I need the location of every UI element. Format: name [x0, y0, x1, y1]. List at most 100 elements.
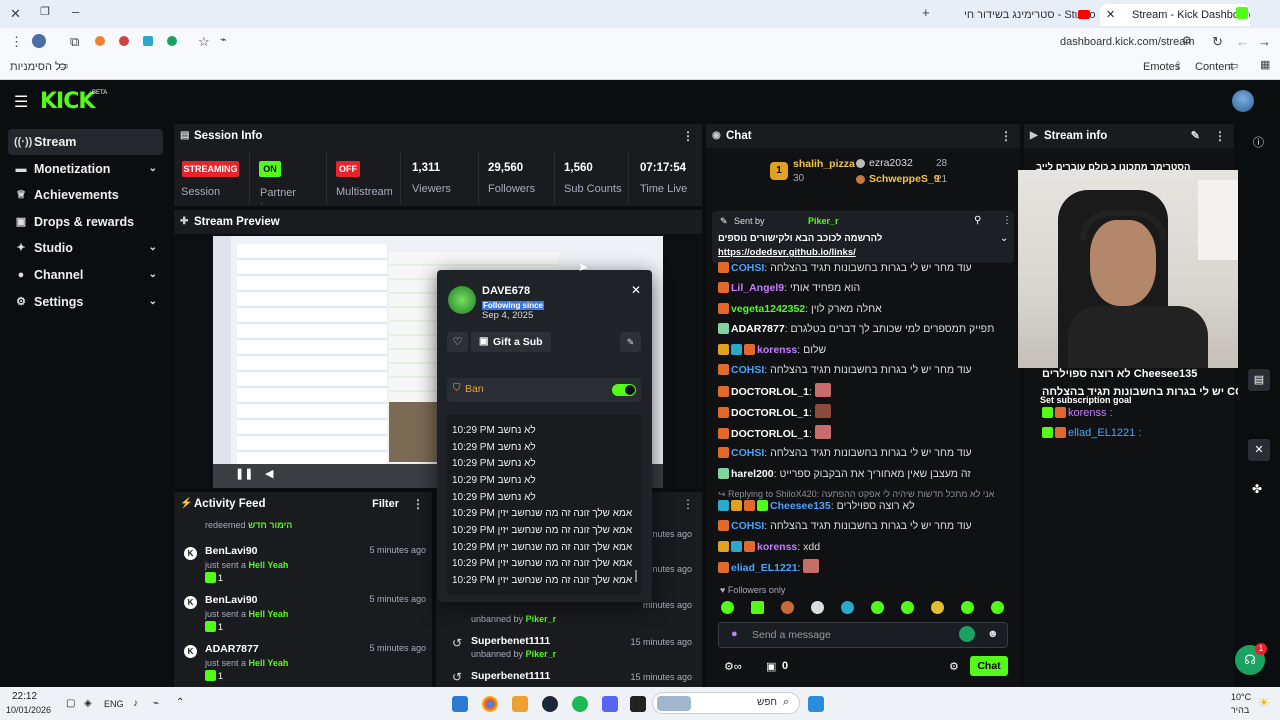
taskbar-search[interactable]: חפש ⌕ [652, 692, 800, 714]
chat-username[interactable]: eliad_EL1221 [731, 562, 798, 574]
chat-username[interactable]: COHSI [731, 364, 764, 376]
sidebar-item-achievements[interactable]: ♕ Achievements [8, 182, 163, 208]
menu-dots-icon[interactable]: ⋮ [10, 35, 23, 48]
close-icon[interactable]: ✕ [631, 283, 641, 297]
back-icon[interactable]: → [1258, 35, 1271, 48]
kebab-menu-icon[interactable]: ⋮ [412, 492, 424, 516]
translate-icon[interactable]: ⌁ [220, 35, 227, 46]
extension-4-icon[interactable] [167, 36, 177, 46]
sidebar-item-drops[interactable]: ▣ Drops & rewards [8, 209, 163, 235]
modlog-username[interactable]: Superbenet1111 [471, 635, 550, 647]
taskbar-app-icon[interactable] [630, 696, 646, 712]
emote-icon[interactable] [991, 601, 1004, 614]
network-icon[interactable]: ⌁ [153, 698, 159, 709]
emote-icon[interactable] [811, 601, 824, 614]
leader-3-name[interactable]: SchweppeS_9 [869, 173, 940, 185]
chat-username[interactable]: korenss [757, 541, 797, 553]
activity-username[interactable]: ADAR7877 [205, 643, 259, 655]
leader-2-name[interactable]: ezra2032 [869, 157, 913, 169]
emote-icon[interactable] [901, 601, 914, 614]
emote-icon[interactable] [751, 601, 764, 614]
taskbar-app-icon[interactable] [452, 696, 468, 712]
new-tab-icon[interactable]: + [922, 6, 930, 19]
chat-username[interactable]: COHSI [731, 447, 764, 459]
wrench-icon[interactable]: ✕ [1248, 439, 1270, 461]
hamburger-menu-icon[interactable]: ☰ [14, 92, 28, 112]
bookmark-emotes[interactable]: Emotes [1143, 61, 1180, 73]
steam-icon[interactable] [542, 696, 558, 712]
help-chat-button[interactable]: ☊ 1 [1235, 643, 1267, 675]
activity-username[interactable]: BenLavi90 [205, 594, 258, 606]
taskbar-date[interactable]: 10/01/2026 [6, 705, 51, 715]
chat-username[interactable]: Lil_Angel9 [731, 282, 784, 294]
bookmark-star-icon[interactable]: ☆ [198, 35, 210, 48]
activity-username[interactable]: BenLavi90 [205, 545, 258, 557]
tab-studio[interactable]: סטרימינג בשידור חי - Studio [940, 4, 1100, 26]
subscription-goal-label[interactable]: Set subscription goal [1040, 395, 1132, 405]
extension-2-icon[interactable] [119, 36, 129, 46]
activity-row[interactable]: K BenLavi90 5 minutes ago just sent a He… [180, 590, 430, 634]
chat-username[interactable]: harel200 [731, 468, 774, 480]
emote-icon[interactable] [931, 601, 944, 614]
volume-icon[interactable]: ◀ [265, 467, 273, 480]
chat-input[interactable]: ● Send a message ☻ [718, 622, 1008, 648]
emote-icon[interactable] [781, 601, 794, 614]
extension-3-icon[interactable] [143, 36, 153, 46]
user-avatar[interactable] [1232, 90, 1254, 112]
edit-icon[interactable]: ✎ [1191, 124, 1200, 148]
spotify-icon[interactable] [572, 696, 588, 712]
reload-icon[interactable]: ↻ [1212, 35, 1223, 48]
modlog-by[interactable]: Piker_r [526, 614, 557, 624]
partner-income-toggle[interactable]: ON [259, 161, 281, 177]
chat-username[interactable]: DOCTORLOL_1 [731, 386, 809, 398]
close-tab-icon[interactable]: ✕ [1106, 4, 1115, 26]
modlog-username[interactable]: Superbenet1111 [471, 670, 550, 682]
unpin-icon[interactable]: ⚲ [974, 215, 981, 226]
activity-row[interactable]: K ADAR7877 5 minutes ago just sent a Hel… [180, 639, 430, 683]
chat-username[interactable]: COHSI [731, 520, 764, 532]
send-chat-button[interactable]: Chat [970, 656, 1008, 676]
ban-toggle[interactable] [612, 384, 636, 396]
mod-tools-icon[interactable]: ▤ [1248, 369, 1270, 391]
chat-username[interactable]: COHSI [731, 262, 764, 274]
emote-icon[interactable] [721, 601, 734, 614]
emote-icon[interactable] [841, 601, 854, 614]
kebab-menu-icon[interactable]: ⋮ [682, 492, 694, 516]
tray-chevron-icon[interactable]: ⌃ [176, 697, 184, 708]
puzzle-icon[interactable]: ✤ [1252, 482, 1262, 496]
sidebar-item-settings[interactable]: ⚙ Settings ⌄ [8, 289, 163, 315]
sidebar-item-studio[interactable]: ✦ Studio ⌄ [8, 235, 163, 261]
microphone-icon[interactable]: ● [731, 628, 738, 640]
chrome-icon[interactable] [482, 696, 498, 712]
pinned-link[interactable]: https://odedsvr.github.io/links/ [718, 247, 856, 258]
chat-username[interactable]: korenss [757, 344, 797, 356]
profile-avatar[interactable] [32, 34, 46, 48]
weather-desc[interactable]: בהיר [1231, 705, 1249, 715]
multistream-toggle[interactable]: OFF [336, 161, 360, 177]
gift-sub-button[interactable]: ▣ Gift a Sub [471, 332, 551, 352]
chat-username[interactable]: ADAR7877 [731, 323, 785, 335]
emoji-picker-icon[interactable]: ☻ [987, 628, 999, 640]
copilot-icon[interactable]: ◈ [84, 698, 92, 709]
activity-row[interactable]: K BenLavi90 5 minutes ago just sent a He… [180, 541, 430, 585]
follow-button[interactable]: ♡ [447, 332, 468, 352]
notification-icon[interactable]: ▢ [66, 698, 75, 709]
taskbar-app-icon[interactable] [512, 696, 528, 712]
chat-username[interactable]: Cheesee135 [770, 500, 831, 512]
emote-icon[interactable] [871, 601, 884, 614]
chat-username[interactable]: vegeta1242352 [731, 303, 805, 315]
kick-logo[interactable]: KICK [40, 89, 95, 114]
modlog-by[interactable]: Piker_r [526, 649, 557, 659]
extensions-icon[interactable]: ⧉ [70, 35, 79, 48]
kick-chat-icon[interactable] [959, 626, 975, 642]
url-field[interactable]: dashboard.kick.com/stream [1060, 36, 1195, 48]
history-scrollbar[interactable] [635, 570, 637, 582]
sidebar-item-stream[interactable]: ((·)) Stream [8, 129, 163, 155]
gift-icon[interactable]: ▣ [766, 660, 776, 673]
mic-icon[interactable]: ♪ [133, 698, 138, 709]
minimize-window-icon[interactable]: – [72, 5, 79, 18]
kebab-menu-icon[interactable]: ⋮ [1000, 124, 1012, 148]
weather-temp[interactable]: 10°C [1231, 692, 1251, 702]
restore-window-icon[interactable]: ❐ [40, 7, 50, 18]
kebab-menu-icon[interactable]: ⋮ [1214, 124, 1226, 148]
